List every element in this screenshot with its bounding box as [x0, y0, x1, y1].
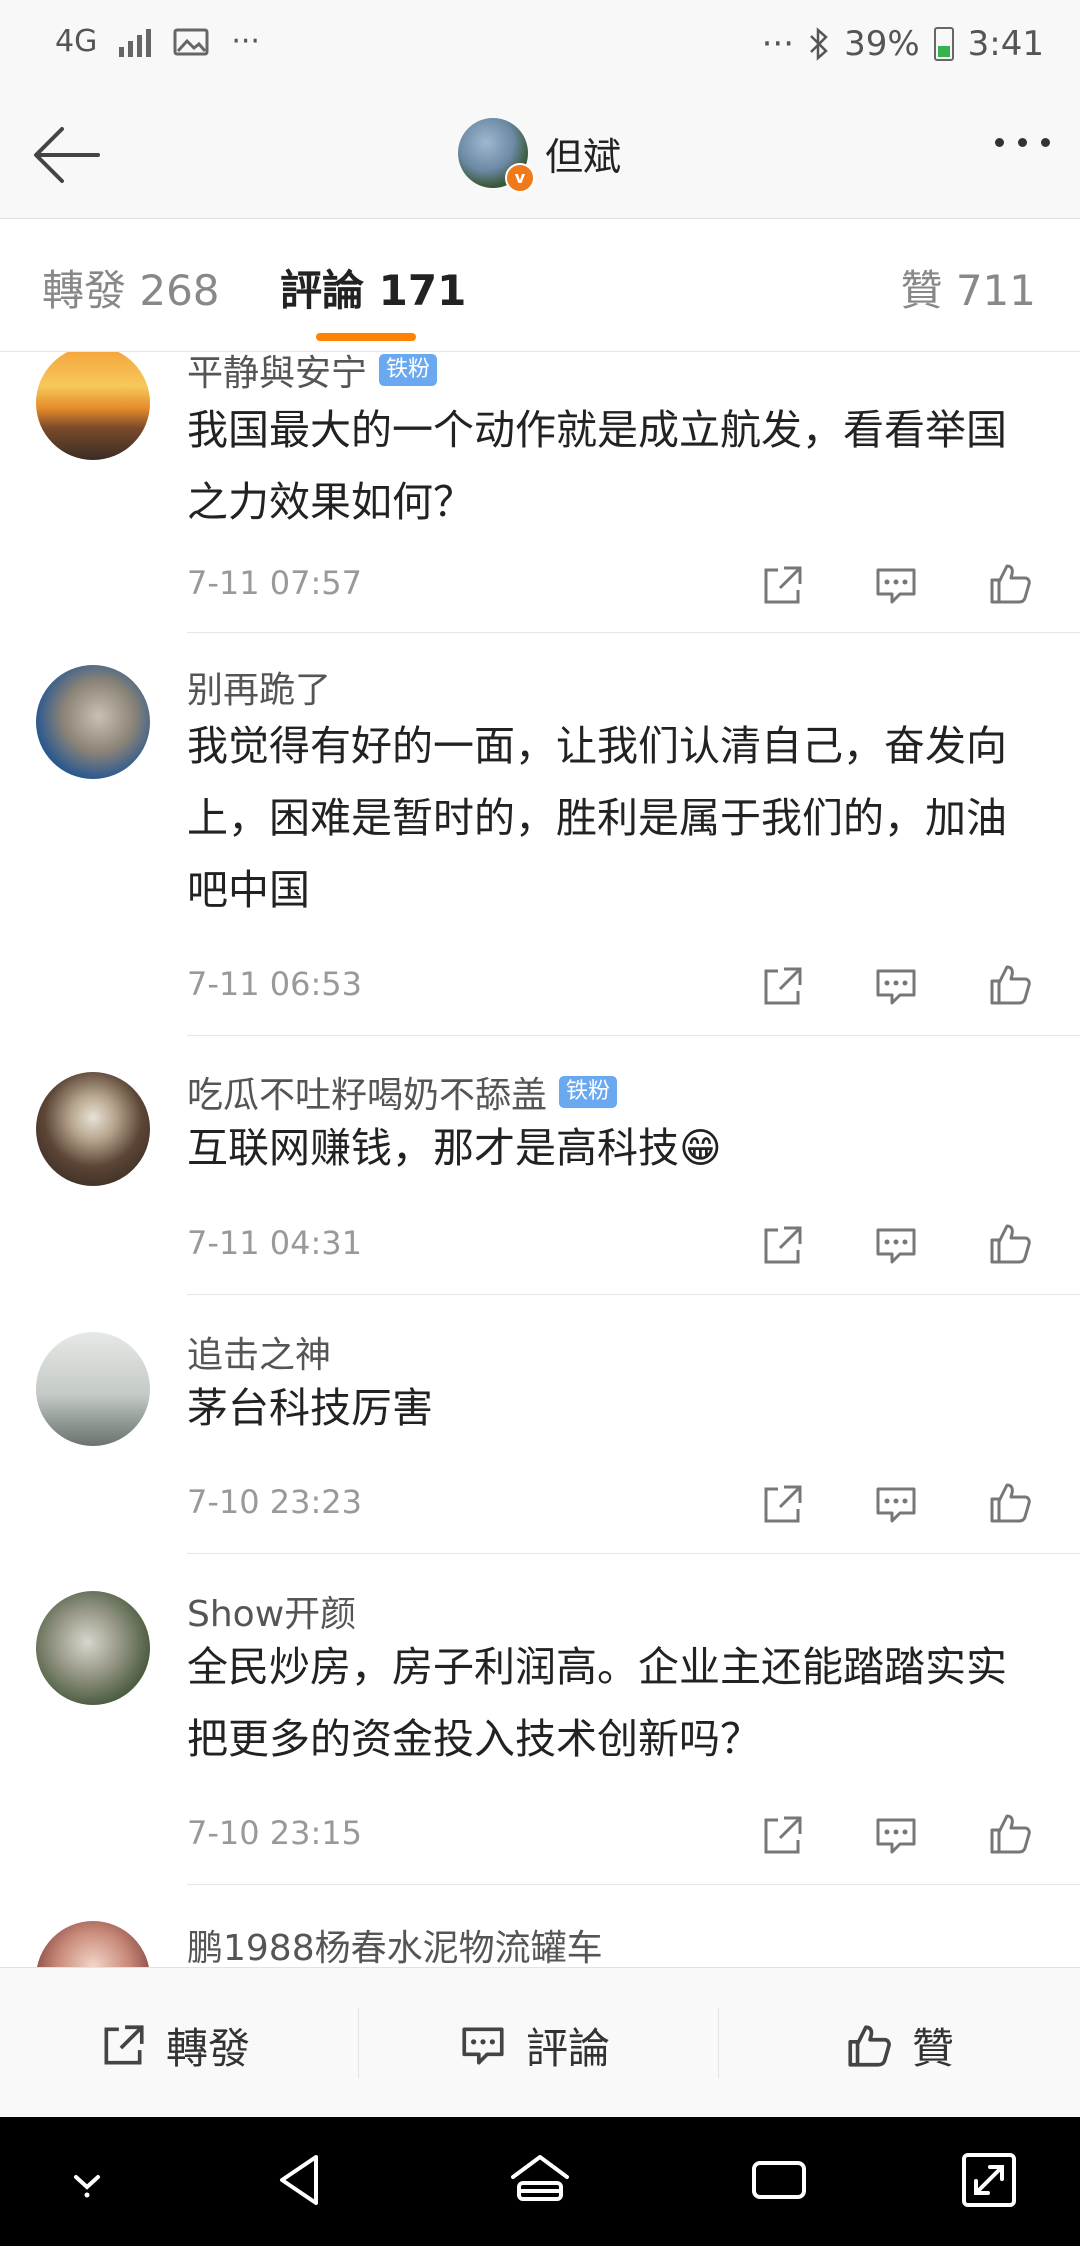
username[interactable]: 吃瓜不吐籽喝奶不舔盖 — [187, 1066, 547, 1118]
verified-badge-icon: v — [505, 163, 535, 193]
like-icon[interactable] — [986, 1220, 1034, 1268]
share-icon — [104, 2024, 144, 2064]
divider — [358, 2008, 359, 2078]
tab-bar: 轉發 268 評論 171 贊 711 — [0, 219, 1080, 352]
divider — [187, 632, 1080, 633]
share-icon[interactable] — [758, 1812, 806, 1860]
divider — [187, 1553, 1080, 1554]
recent-apps-icon[interactable] — [746, 2147, 812, 2213]
user-avatar[interactable] — [36, 665, 150, 779]
comment-text: 全民炒房，房子利润高。企业主还能踏踏实实把更多的资金投入技术创新吗？ — [187, 1643, 1007, 1763]
expand-icon[interactable] — [956, 2147, 1022, 2213]
clock: 3:41 — [967, 24, 1044, 64]
fan-badge: 铁粉 — [559, 1076, 618, 1108]
comment-user: 吃瓜不吐籽喝奶不舔盖 铁粉 — [187, 1066, 618, 1118]
bluetooth-icon — [810, 27, 828, 61]
signal-icon — [119, 27, 152, 57]
username[interactable]: 别再跪了 — [187, 661, 331, 713]
comment-text: 互联网赚钱，那才是高科技😁 — [187, 1124, 722, 1172]
home-icon[interactable] — [507, 2147, 573, 2213]
tab-forward[interactable]: 轉發 268 — [42, 257, 220, 318]
username[interactable]: Show开颜 — [187, 1585, 356, 1637]
forward-label: 轉發 — [166, 2024, 251, 2073]
comment-time: 7-11 07:57 — [187, 564, 363, 602]
share-icon[interactable] — [758, 1481, 806, 1529]
battery-icon — [933, 27, 954, 61]
comment-user: 追击之神 — [187, 1326, 331, 1378]
like-icon[interactable] — [986, 961, 1034, 1009]
user-avatar[interactable] — [36, 1072, 150, 1186]
comment-time: 7-11 06:53 — [187, 965, 363, 1003]
user-avatar[interactable] — [36, 1591, 150, 1705]
status-left: 4G ··· — [55, 24, 260, 59]
bottom-action-bar: 轉發 評論 贊 — [0, 1967, 1080, 2118]
comment-user: 平静與安宁 铁粉 — [187, 352, 438, 396]
status-bar: 4G ··· ··· 39% 3:41 — [0, 0, 1080, 92]
user-avatar[interactable] — [36, 1332, 150, 1446]
comment-text: 我国最大的一个动作就是成立航发，看看举国之力效果如何？ — [187, 406, 1007, 526]
reply-icon[interactable] — [872, 1812, 920, 1860]
comment-user: 别再跪了 — [187, 661, 331, 713]
divider — [187, 1884, 1080, 1885]
comment-icon — [462, 2027, 504, 2064]
like-icon[interactable] — [986, 1810, 1034, 1858]
tab-comment[interactable]: 評論 171 — [280, 257, 466, 318]
username[interactable]: 平静與安宁 — [187, 352, 367, 396]
share-icon[interactable] — [758, 963, 806, 1011]
comment-button[interactable]: 評論 — [458, 2015, 610, 2076]
fan-badge: 铁粉 — [379, 354, 438, 386]
back-icon[interactable] — [268, 2147, 334, 2213]
forward-button[interactable]: 轉發 — [98, 2015, 250, 2076]
reply-icon[interactable] — [872, 1481, 920, 1529]
like-button[interactable]: 贊 — [844, 2015, 954, 2076]
network-label: 4G — [55, 24, 98, 59]
user-avatar[interactable] — [36, 1921, 150, 1967]
more-options-icon[interactable] — [995, 138, 1050, 147]
divider — [718, 2008, 719, 2078]
title-bar: v 但斌 — [0, 92, 1080, 219]
active-tab-indicator — [316, 333, 416, 341]
reply-icon[interactable] — [872, 562, 920, 610]
status-right: ··· 39% 3:41 — [762, 24, 1044, 64]
comment-text: 我觉得有好的一面，让我们认清自己，奋发向上，困难是暂时的，胜利是属于我们的，加油… — [187, 722, 1007, 914]
battery-percent: 39% — [844, 24, 920, 64]
share-icon[interactable] — [758, 1222, 806, 1270]
username[interactable]: 鹏1988杨春水泥物流罐车 — [187, 1919, 603, 1967]
divider — [187, 1035, 1080, 1036]
author-name[interactable]: 但斌 — [545, 126, 621, 181]
comment-user: 鹏1988杨春水泥物流罐车 — [187, 1919, 603, 1967]
username[interactable]: 追击之神 — [187, 1326, 331, 1378]
status-more-right: ··· — [761, 24, 795, 64]
share-icon[interactable] — [758, 562, 806, 610]
tab-like[interactable]: 贊 711 — [900, 257, 1036, 318]
chevron-down-icon[interactable] — [54, 2147, 120, 2213]
comment-time: 7-10 23:23 — [187, 1483, 363, 1521]
image-icon — [173, 28, 209, 55]
like-icon — [848, 2024, 891, 2067]
comment-time: 7-11 04:31 — [187, 1224, 363, 1262]
user-avatar[interactable] — [36, 352, 150, 460]
like-icon[interactable] — [986, 1479, 1034, 1527]
comment-time: 7-10 23:15 — [187, 1814, 363, 1852]
comment-label: 評論 — [526, 2024, 611, 2073]
divider — [187, 1294, 1080, 1295]
comment-user: Show开颜 — [187, 1585, 356, 1637]
reply-icon[interactable] — [872, 963, 920, 1011]
system-nav-bar — [0, 2117, 1080, 2246]
reply-icon[interactable] — [872, 1222, 920, 1270]
back-arrow-icon[interactable] — [28, 117, 104, 193]
comment-text: 茅台科技厉害 — [187, 1384, 433, 1432]
status-more: ··· — [231, 24, 260, 59]
like-label: 贊 — [912, 2024, 955, 2073]
comment-list[interactable]: 平静與安宁 铁粉 我国最大的一个动作就是成立航发，看看举国之力效果如何？ 7-1… — [0, 352, 1080, 1967]
like-icon[interactable] — [986, 560, 1034, 608]
